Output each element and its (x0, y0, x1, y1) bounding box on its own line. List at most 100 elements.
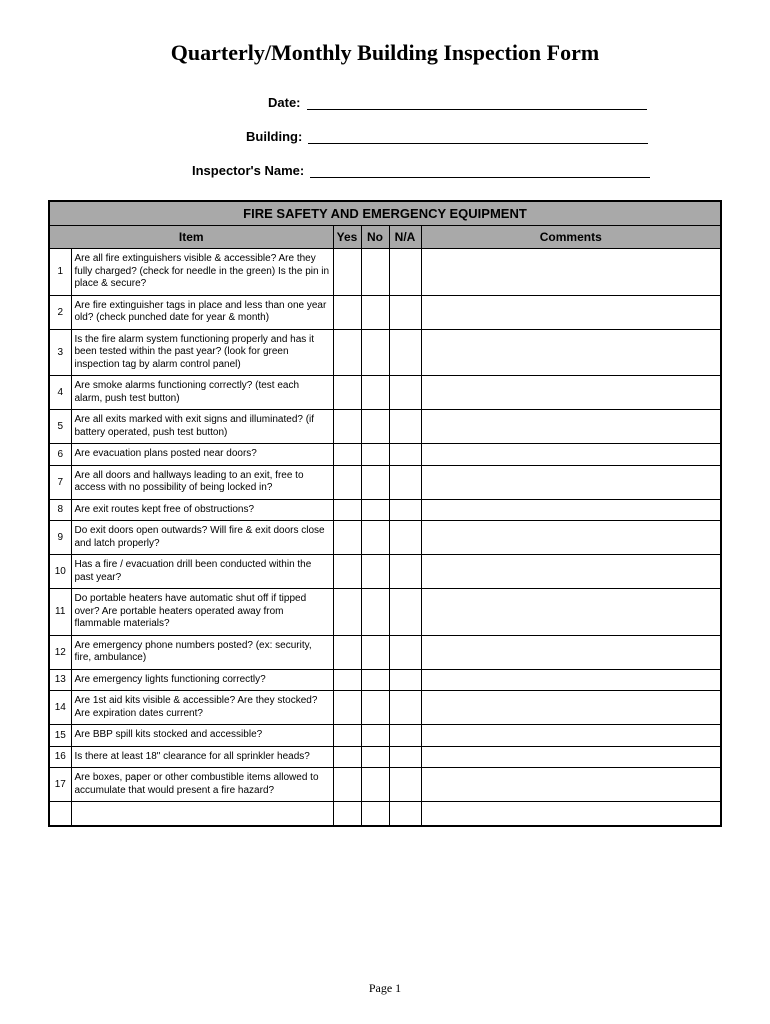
row-item-text: Are smoke alarms functioning correctly? … (71, 376, 333, 410)
row-comments-cell[interactable] (421, 295, 721, 329)
row-yes-cell[interactable] (333, 444, 361, 466)
row-na-cell[interactable] (389, 768, 421, 802)
row-yes-cell[interactable] (333, 249, 361, 296)
row-comments-cell[interactable] (421, 376, 721, 410)
row-na-cell[interactable] (389, 499, 421, 521)
row-yes-cell[interactable] (333, 465, 361, 499)
row-no-cell[interactable] (361, 410, 389, 444)
row-no-cell[interactable] (361, 295, 389, 329)
row-no-cell[interactable] (361, 725, 389, 747)
row-comments-cell[interactable] (421, 555, 721, 589)
row-na-cell[interactable] (389, 444, 421, 466)
row-no-cell[interactable] (361, 376, 389, 410)
table-row: 6Are evacuation plans posted near doors? (49, 444, 721, 466)
row-item-text: Are 1st aid kits visible & accessible? A… (71, 691, 333, 725)
row-na-cell[interactable] (389, 691, 421, 725)
row-yes-cell[interactable] (333, 768, 361, 802)
row-comments-cell[interactable] (421, 444, 721, 466)
row-yes-cell[interactable] (333, 521, 361, 555)
table-row: 16Is there at least 18" clearance for al… (49, 746, 721, 768)
row-no-cell[interactable] (361, 589, 389, 636)
row-no-cell[interactable] (361, 249, 389, 296)
row-comments-cell[interactable] (421, 465, 721, 499)
row-na-cell[interactable] (389, 555, 421, 589)
row-yes-cell[interactable] (333, 635, 361, 669)
row-yes-cell[interactable] (333, 555, 361, 589)
row-yes-cell[interactable] (333, 691, 361, 725)
row-comments-cell[interactable] (421, 768, 721, 802)
row-yes-cell[interactable] (333, 669, 361, 691)
row-item-text: Are all doors and hallways leading to an… (71, 465, 333, 499)
row-comments-cell[interactable] (421, 499, 721, 521)
row-na-cell[interactable] (389, 521, 421, 555)
row-comments-cell[interactable] (421, 669, 721, 691)
row-na-cell[interactable] (389, 376, 421, 410)
row-yes-cell[interactable] (333, 746, 361, 768)
row-number: 7 (49, 465, 71, 499)
row-number: 4 (49, 376, 71, 410)
row-na-cell[interactable] (389, 249, 421, 296)
row-comments-cell[interactable] (421, 746, 721, 768)
row-no-cell[interactable] (361, 635, 389, 669)
row-no-cell[interactable] (361, 465, 389, 499)
row-item-text: Are BBP spill kits stocked and accessibl… (71, 725, 333, 747)
row-comments-cell[interactable] (421, 410, 721, 444)
row-na-cell[interactable] (389, 635, 421, 669)
row-no-cell[interactable] (361, 329, 389, 376)
row-no-cell[interactable] (361, 444, 389, 466)
row-comments-cell[interactable] (421, 249, 721, 296)
row-number: 1 (49, 249, 71, 296)
row-yes-cell[interactable] (333, 329, 361, 376)
header-fields: Date: Building: Inspector's Name: (48, 94, 722, 178)
row-yes-cell[interactable] (333, 410, 361, 444)
row-yes-cell[interactable] (333, 725, 361, 747)
column-headers-row: Item Yes No N/A Comments (49, 226, 721, 249)
row-no-cell[interactable] (361, 746, 389, 768)
row-comments-cell[interactable] (421, 329, 721, 376)
row-comments-cell[interactable] (421, 725, 721, 747)
row-no-cell[interactable] (361, 691, 389, 725)
table-row: 13Are emergency lights functioning corre… (49, 669, 721, 691)
empty-yes[interactable] (333, 802, 361, 826)
empty-comments[interactable] (421, 802, 721, 826)
empty-na[interactable] (389, 802, 421, 826)
row-comments-cell[interactable] (421, 521, 721, 555)
row-item-text: Do portable heaters have automatic shut … (71, 589, 333, 636)
row-no-cell[interactable] (361, 521, 389, 555)
form-title: Quarterly/Monthly Building Inspection Fo… (48, 40, 722, 66)
row-na-cell[interactable] (389, 465, 421, 499)
row-number: 12 (49, 635, 71, 669)
row-na-cell[interactable] (389, 295, 421, 329)
inspector-row: Inspector's Name: (48, 162, 722, 178)
row-no-cell[interactable] (361, 499, 389, 521)
row-yes-cell[interactable] (333, 295, 361, 329)
inspector-input-line[interactable] (310, 162, 650, 178)
row-na-cell[interactable] (389, 589, 421, 636)
row-item-text: Has a fire / evacuation drill been condu… (71, 555, 333, 589)
building-input-line[interactable] (308, 128, 648, 144)
row-no-cell[interactable] (361, 669, 389, 691)
row-na-cell[interactable] (389, 410, 421, 444)
row-comments-cell[interactable] (421, 635, 721, 669)
col-yes-header: Yes (333, 226, 361, 249)
row-na-cell[interactable] (389, 725, 421, 747)
row-number: 14 (49, 691, 71, 725)
building-label: Building: (246, 129, 306, 144)
row-number: 11 (49, 589, 71, 636)
row-item-text: Are boxes, paper or other combustible it… (71, 768, 333, 802)
row-yes-cell[interactable] (333, 499, 361, 521)
row-number: 6 (49, 444, 71, 466)
row-no-cell[interactable] (361, 555, 389, 589)
row-no-cell[interactable] (361, 768, 389, 802)
row-yes-cell[interactable] (333, 589, 361, 636)
table-row: 11Do portable heaters have automatic shu… (49, 589, 721, 636)
row-na-cell[interactable] (389, 669, 421, 691)
row-na-cell[interactable] (389, 329, 421, 376)
row-number: 5 (49, 410, 71, 444)
row-comments-cell[interactable] (421, 691, 721, 725)
row-comments-cell[interactable] (421, 589, 721, 636)
row-na-cell[interactable] (389, 746, 421, 768)
empty-no[interactable] (361, 802, 389, 826)
date-input-line[interactable] (307, 94, 647, 110)
row-yes-cell[interactable] (333, 376, 361, 410)
